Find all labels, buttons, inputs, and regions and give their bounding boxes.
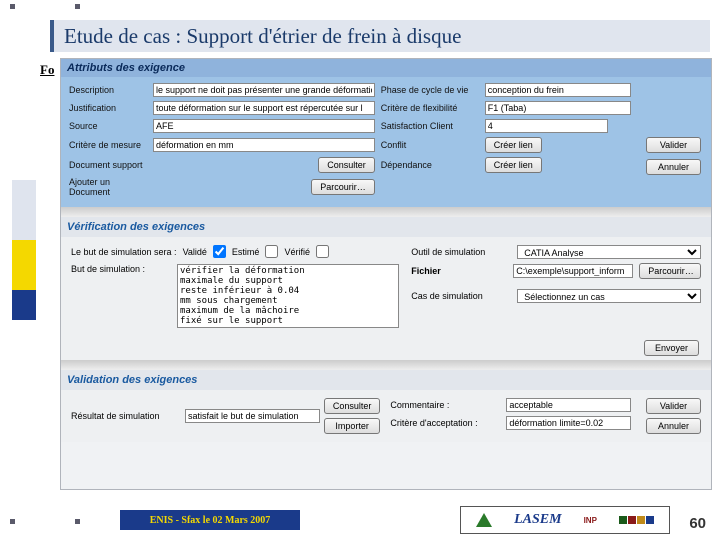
label-doc-support: Document support <box>69 160 149 170</box>
outil-select[interactable]: CATIA Analyse <box>517 245 701 259</box>
envoyer-button[interactable]: Envoyer <box>644 340 699 356</box>
app-window: Attributs des exigence Description Phase… <box>60 58 712 490</box>
resultat-input[interactable] <box>185 409 320 423</box>
label-satisfaction: Satisfaction Client <box>381 121 481 131</box>
label-fichier: Fichier <box>411 266 507 276</box>
attributs-annuler-button[interactable]: Annuler <box>646 159 701 175</box>
valide-label: Validé <box>183 247 207 257</box>
parcourir-doc-button[interactable]: Parcourir… <box>311 179 375 195</box>
label-critere-accept: Critère d'acceptation : <box>390 418 500 428</box>
label-ajouter-doc: Ajouter un Document <box>69 177 149 197</box>
input-critere-mesure[interactable] <box>153 138 375 152</box>
label-description: Description <box>69 85 149 95</box>
slide-title: Etude de cas : Support d'étrier de frein… <box>50 20 710 52</box>
label-dependance: Dépendance <box>381 160 481 170</box>
estime-label: Estimé <box>232 247 260 257</box>
critere-accept-input[interactable] <box>506 416 631 430</box>
footer-enis: ENIS - Sfax le 02 Mars 2007 <box>120 510 300 530</box>
attributs-valider-button[interactable]: Valider <box>646 137 701 153</box>
fichier-parcourir-button[interactable]: Parcourir… <box>639 263 701 279</box>
label-phase: Phase de cycle de vie <box>381 85 481 95</box>
side-accent <box>12 180 36 320</box>
resultat-consulter-button[interactable]: Consulter <box>324 398 381 414</box>
input-critere-flex[interactable] <box>485 101 631 115</box>
validation-heading: Validation des exigences <box>61 370 711 390</box>
input-source[interactable] <box>153 119 375 133</box>
label-commentaire: Commentaire : <box>390 400 500 410</box>
label-cas: Cas de simulation <box>411 291 511 301</box>
fo-text: Fo <box>40 62 54 78</box>
but-simulation-textarea[interactable]: vérifier la déformation maximale du supp… <box>177 264 399 328</box>
verification-panel: Le but de simulation sera : Validé Estim… <box>61 237 711 336</box>
label-but-line: Le but de simulation sera : <box>71 247 177 257</box>
footer-logos: LASEM INP <box>460 506 670 534</box>
label-outil: Outil de simulation <box>411 247 511 257</box>
verifie-checkbox[interactable] <box>316 245 329 258</box>
validation-valider-button[interactable]: Valider <box>646 398 701 414</box>
label-critere-mesure: Critère de mesure <box>69 140 149 150</box>
input-justification[interactable] <box>153 101 375 115</box>
input-phase[interactable] <box>485 83 631 97</box>
page-number: 60 <box>689 515 706 532</box>
lasem-text: LASEM <box>514 512 561 528</box>
validation-panel: Résultat de simulation Consulter Importe… <box>61 390 711 442</box>
valide-checkbox[interactable] <box>213 245 226 258</box>
gilco-logo-icon <box>619 516 654 524</box>
fichier-input[interactable] <box>513 264 633 278</box>
label-but-simulation: But de simulation : <box>71 264 171 274</box>
resultat-importer-button[interactable]: Importer <box>324 418 381 434</box>
logo-triangle-icon <box>476 513 492 527</box>
label-source: Source <box>69 121 149 131</box>
verifie-label: Vérifié <box>284 247 310 257</box>
commentaire-input[interactable] <box>506 398 631 412</box>
cas-select[interactable]: Sélectionnez un cas <box>517 289 701 303</box>
estime-checkbox[interactable] <box>265 245 278 258</box>
validation-annuler-button[interactable]: Annuler <box>646 418 701 434</box>
label-resultat: Résultat de simulation <box>71 411 181 421</box>
conflit-creer-button[interactable]: Créer lien <box>485 137 542 153</box>
label-justification: Justification <box>69 103 149 113</box>
attributs-panel: Description Phase de cycle de vie Justif… <box>61 77 711 207</box>
dependance-creer-button[interactable]: Créer lien <box>485 157 542 173</box>
input-satisfaction[interactable] <box>485 119 608 133</box>
verification-heading: Vérification des exigences <box>61 217 711 237</box>
attributs-heading: Attributs des exigence <box>61 59 711 77</box>
consulter-doc-button[interactable]: Consulter <box>318 157 375 173</box>
label-critere-flex: Critère de flexibilité <box>381 103 481 113</box>
input-description[interactable] <box>153 83 375 97</box>
label-conflit: Conflit <box>381 140 481 150</box>
inp-logo-icon: INP <box>584 516 597 525</box>
